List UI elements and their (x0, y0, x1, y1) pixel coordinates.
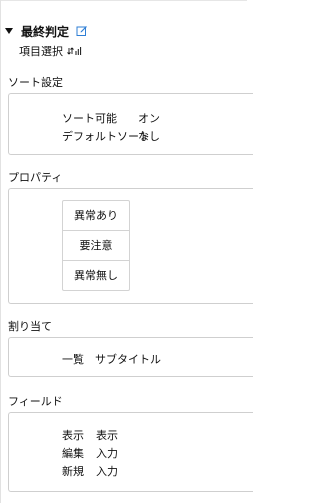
sort-setting-value[interactable]: オン (138, 110, 160, 126)
assignment-row: 一覧 サブタイトル (62, 351, 161, 367)
section-title: 最終判定 (21, 24, 70, 39)
property-item[interactable]: 異常無し (63, 261, 129, 290)
property-item[interactable]: 異常あり (63, 201, 129, 231)
sort-setting-row: ソート可能 オン (62, 110, 160, 126)
top-divider (0, 0, 247, 1)
sort-settings-label: ソート設定 (8, 76, 63, 89)
field-key: 新規 (62, 465, 84, 478)
assignment-value[interactable]: サブタイトル (95, 351, 161, 367)
sort-setting-row: デフォルトソート なし (62, 128, 160, 144)
collapse-triangle-icon[interactable] (5, 28, 13, 34)
assignment-label: 割り当て (8, 320, 52, 333)
left-divider (0, 0, 1, 503)
section-header[interactable]: 最終判定 (5, 22, 88, 40)
edit-icon[interactable] (76, 25, 88, 37)
sort-setting-key: デフォルトソート (62, 130, 150, 143)
assignment-key: 一覧 (62, 353, 84, 366)
field-row: 表示 表示 (62, 427, 118, 443)
fields-panel (8, 412, 253, 492)
item-select[interactable]: 項目選択 (19, 43, 83, 59)
properties-panel (8, 188, 253, 304)
fields-label: フィールド (8, 395, 63, 408)
property-list: 異常あり 要注意 異常無し (62, 200, 130, 291)
field-key: 編集 (62, 447, 84, 460)
field-row: 編集 入力 (62, 445, 118, 461)
field-value[interactable]: 表示 (96, 427, 118, 443)
field-value[interactable]: 入力 (96, 463, 118, 479)
field-value[interactable]: 入力 (96, 445, 118, 461)
sort-setting-key: ソート可能 (62, 112, 117, 125)
sort-setting-value[interactable]: なし (138, 128, 160, 144)
sort-icon[interactable] (67, 46, 83, 56)
properties-label: プロパティ (8, 171, 63, 184)
field-key: 表示 (62, 429, 84, 442)
property-item[interactable]: 要注意 (63, 231, 129, 261)
item-select-label: 項目選択 (19, 45, 63, 58)
field-row: 新規 入力 (62, 463, 118, 479)
